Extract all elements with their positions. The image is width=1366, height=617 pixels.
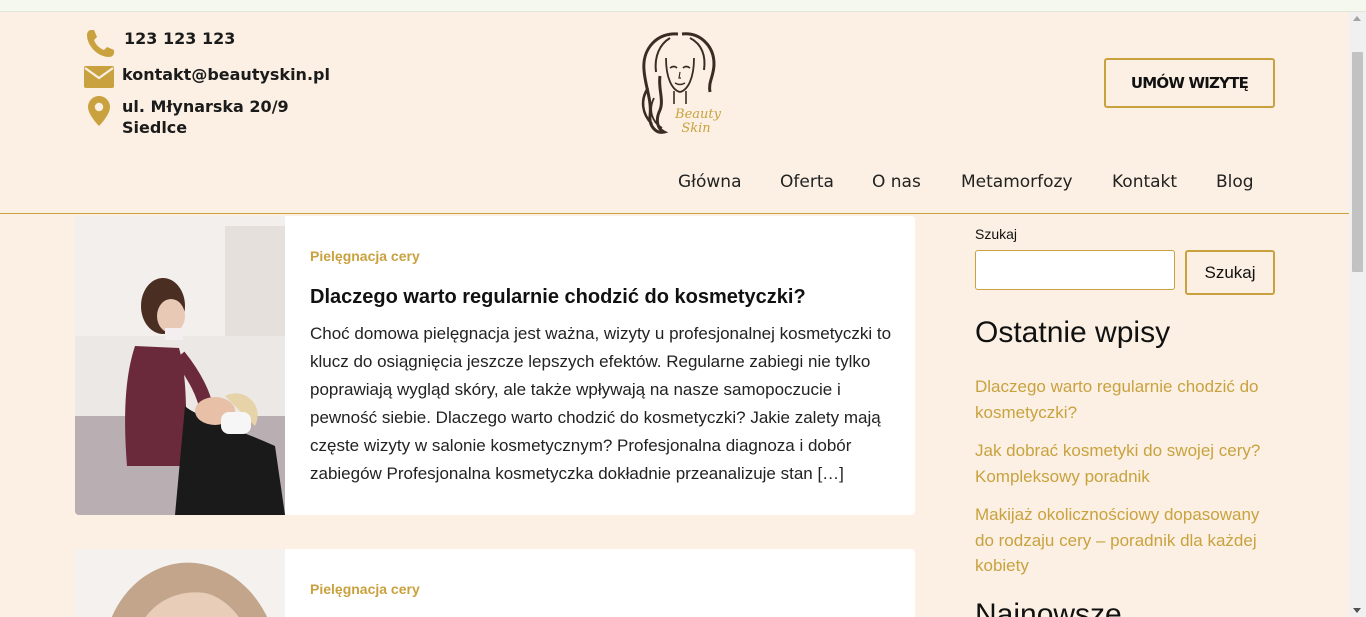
address-line-2: Siedlce [122, 118, 188, 137]
post-category[interactable]: Pielęgnacja cery [310, 248, 420, 264]
nav-item-glowna[interactable]: Główna [678, 172, 742, 192]
main-nav: Główna Oferta O nas Metamorfozy Kontakt … [0, 172, 1349, 194]
beauty-skin-logo[interactable]: Beauty Skin [630, 28, 730, 140]
blog-post-card: Pielęgnacja cery Dlaczego warto regularn… [75, 216, 915, 515]
logo-text-skin: Skin [681, 121, 710, 136]
newest-heading: Najnowsze [975, 598, 1122, 617]
nav-item-metamorfozy[interactable]: Metamorfozy [961, 172, 1073, 192]
recent-post-link[interactable]: Dlaczego warto regularnie chodzić do kos… [975, 374, 1275, 425]
phone-icon [87, 30, 114, 57]
scroll-up-arrow-icon[interactable] [1353, 16, 1361, 21]
site-header: 123 123 123 kontakt@beautyskin.pl ul. Mł… [0, 12, 1349, 214]
nav-item-kontakt[interactable]: Kontakt [1112, 172, 1177, 192]
email-address: kontakt@beautyskin.pl [122, 65, 330, 84]
book-visit-button[interactable]: UMÓW WIZYTĘ [1104, 58, 1275, 108]
nav-item-oferta[interactable]: Oferta [780, 172, 834, 192]
nav-item-blog[interactable]: Blog [1216, 172, 1254, 192]
search-label: Szukaj [975, 226, 1018, 242]
scroll-down-arrow-icon[interactable] [1353, 608, 1361, 613]
post-category[interactable]: Pielęgnacja cery [310, 581, 420, 597]
nav-item-o-nas[interactable]: O nas [872, 172, 921, 192]
logo-text-beauty: Beauty [674, 107, 722, 122]
browser-top-strip [0, 0, 1366, 12]
scrollbar-thumb[interactable] [1352, 52, 1363, 272]
address-line-1: ul. Młynarska 20/9 [122, 97, 289, 116]
recent-post-link[interactable]: Jak dobrać kosmetyki do swojej cery? Kom… [975, 438, 1275, 489]
post-thumbnail-image[interactable] [75, 216, 285, 515]
blog-post-card: Pielęgnacja cery [75, 549, 915, 617]
recent-post-link[interactable]: Makijaż okolicznościowy dopasowany do ro… [975, 502, 1275, 579]
search-input[interactable] [975, 250, 1175, 290]
phone-number: 123 123 123 [124, 29, 236, 48]
page-scrollbar[interactable] [1349, 12, 1366, 617]
post-title[interactable]: Dlaczego warto regularnie chodzić do kos… [310, 286, 806, 309]
recent-posts-list: Dlaczego warto regularnie chodzić do kos… [975, 374, 1275, 592]
search-button[interactable]: Szukaj [1185, 250, 1275, 295]
recent-posts-heading: Ostatnie wpisy [975, 316, 1171, 349]
post-thumbnail-image[interactable] [75, 549, 285, 617]
location-pin-icon [88, 96, 110, 126]
post-excerpt: Choć domowa pielęgnacja jest ważna, wizy… [310, 324, 892, 483]
mail-icon [84, 66, 114, 88]
address-text: ul. Młynarska 20/9 Siedlce [122, 96, 289, 138]
